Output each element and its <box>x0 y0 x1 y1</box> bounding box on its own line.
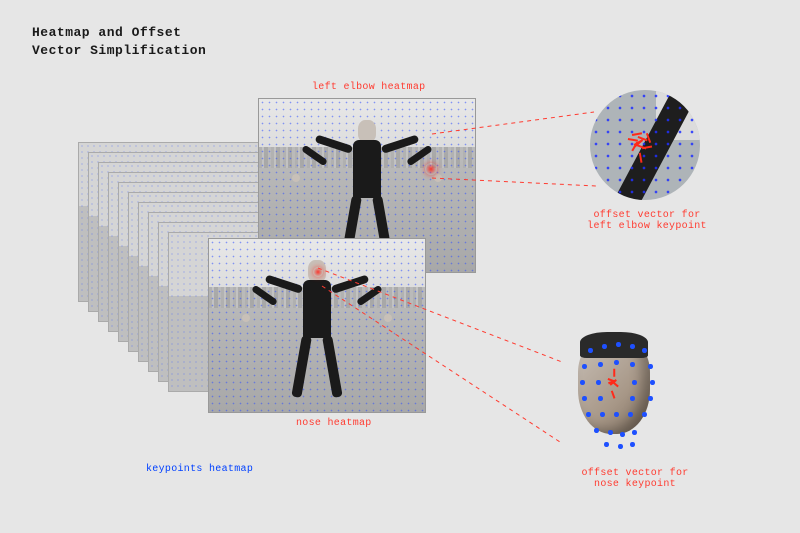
nose-heatmap-card <box>208 238 426 413</box>
red-offset-vectors <box>590 90 700 200</box>
label-keypoints-heatmap: keypoints heatmap <box>146 464 253 475</box>
left-elbow-heat-spot <box>425 163 437 175</box>
person-figure <box>272 260 362 413</box>
left-elbow-offset-callout <box>590 90 700 200</box>
nose-heat-spot <box>313 267 323 277</box>
label-offset-vector-left-elbow: offset vector forleft elbow keypoint <box>582 210 712 232</box>
label-offset-vector-nose: offset vector fornose keypoint <box>570 468 700 490</box>
diagram-title: Heatmap and OffsetVector Simplification <box>32 24 206 60</box>
nose-offset-callout <box>560 330 668 460</box>
label-left-elbow-heatmap: left elbow heatmap <box>312 82 425 93</box>
label-nose-heatmap: nose heatmap <box>296 418 372 429</box>
